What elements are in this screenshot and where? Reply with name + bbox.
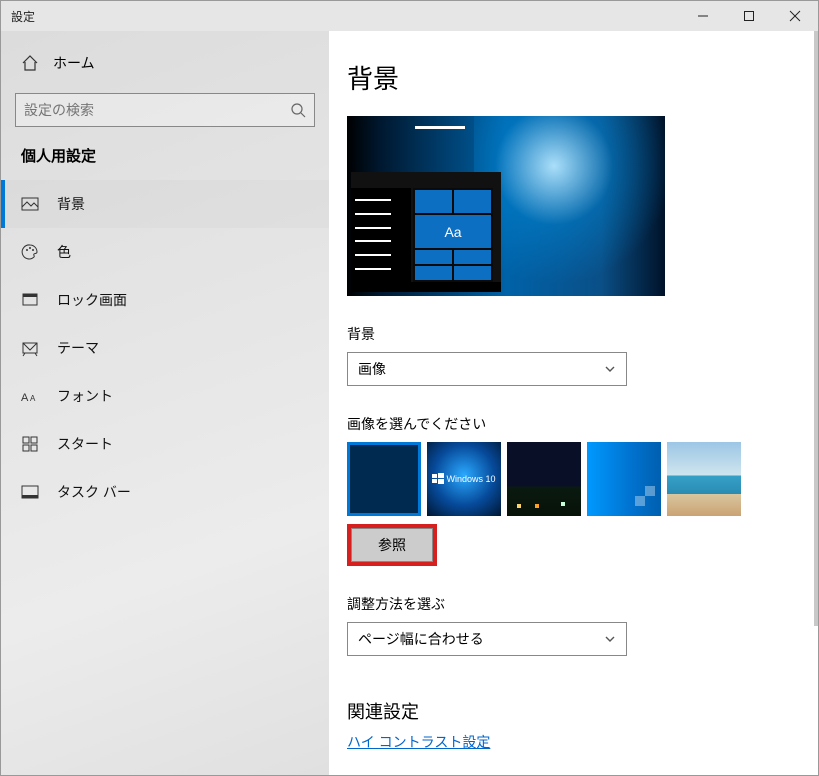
sidebar-item-label: フォント: [57, 386, 113, 406]
sidebar-item-label: スタート: [57, 434, 113, 454]
sidebar-item-start[interactable]: スタート: [1, 420, 329, 468]
sidebar-item-label: 色: [57, 242, 71, 262]
fit-label: 調整方法を選ぶ: [347, 594, 800, 614]
related-heading: 関連設定: [347, 698, 800, 724]
content-area: 背景 Aa 背景 画像: [329, 31, 818, 775]
sidebar-item-colors[interactable]: 色: [1, 228, 329, 276]
thumb-2[interactable]: Windows 10: [427, 442, 501, 516]
maximize-button[interactable]: [726, 1, 772, 31]
sidebar-item-label: タスク バー: [57, 482, 131, 502]
svg-text:A: A: [21, 392, 29, 404]
sidebar-item-themes[interactable]: テーマ: [1, 324, 329, 372]
picture-icon: [21, 195, 39, 213]
sidebar: ホーム 個人用設定 背景 色: [1, 31, 329, 775]
close-icon: [789, 10, 801, 22]
sidebar-item-lockscreen[interactable]: ロック画面: [1, 276, 329, 324]
thumb-win-label: Windows 10: [446, 474, 495, 484]
fit-select[interactable]: ページ幅に合わせる: [347, 622, 627, 656]
sidebar-item-taskbar[interactable]: タスク バー: [1, 468, 329, 516]
palette-icon: [21, 243, 39, 261]
sidebar-item-label: 背景: [57, 194, 85, 214]
page-title: 背景: [347, 59, 800, 96]
window-body: ホーム 個人用設定 背景 色: [1, 31, 818, 775]
titlebar: 設定: [1, 1, 818, 31]
close-button[interactable]: [772, 1, 818, 31]
home-link[interactable]: ホーム: [1, 41, 329, 85]
thumb-4[interactable]: [587, 442, 661, 516]
window-title: 設定: [1, 8, 35, 25]
minimize-icon: [697, 10, 709, 22]
select-value: ページ幅に合わせる: [358, 629, 484, 649]
browse-button[interactable]: 参照: [351, 528, 433, 562]
high-contrast-link[interactable]: ハイ コントラスト設定: [347, 732, 490, 752]
thumb-3[interactable]: [507, 442, 581, 516]
thumb-1[interactable]: [347, 442, 421, 516]
home-icon: [21, 54, 39, 72]
svg-text:A: A: [30, 394, 36, 403]
lockscreen-icon: [21, 291, 39, 309]
search-icon: [290, 102, 306, 118]
sidebar-item-background[interactable]: 背景: [1, 180, 329, 228]
theme-icon: [21, 339, 39, 357]
maximize-icon: [743, 10, 755, 22]
font-icon: AA: [21, 387, 39, 405]
chevron-down-icon: [604, 363, 616, 375]
sidebar-item-fonts[interactable]: AA フォント: [1, 372, 329, 420]
search-input[interactable]: [24, 102, 290, 118]
background-type-select[interactable]: 画像: [347, 352, 627, 386]
sidebar-item-label: テーマ: [57, 338, 99, 358]
search-box[interactable]: [15, 93, 315, 127]
sidebar-item-label: ロック画面: [57, 290, 127, 310]
background-label: 背景: [347, 324, 800, 344]
browse-highlight: 参照: [347, 524, 437, 566]
category-label: 個人用設定: [1, 145, 329, 180]
choose-image-label: 画像を選んでください: [347, 414, 800, 434]
settings-window: 設定 ホーム 個人用設定: [0, 0, 819, 776]
taskbar-icon: [21, 483, 39, 501]
minimize-button[interactable]: [680, 1, 726, 31]
desktop-preview: Aa: [347, 116, 665, 296]
home-label: ホーム: [53, 53, 95, 73]
select-value: 画像: [358, 359, 386, 379]
windows-icon: [432, 473, 444, 485]
start-icon: [21, 435, 39, 453]
image-thumbnails: Windows 10: [347, 442, 800, 516]
scrollbar[interactable]: [814, 31, 818, 626]
preview-aa-tile: Aa: [415, 215, 491, 248]
chevron-down-icon: [604, 633, 616, 645]
thumb-5[interactable]: [667, 442, 741, 516]
